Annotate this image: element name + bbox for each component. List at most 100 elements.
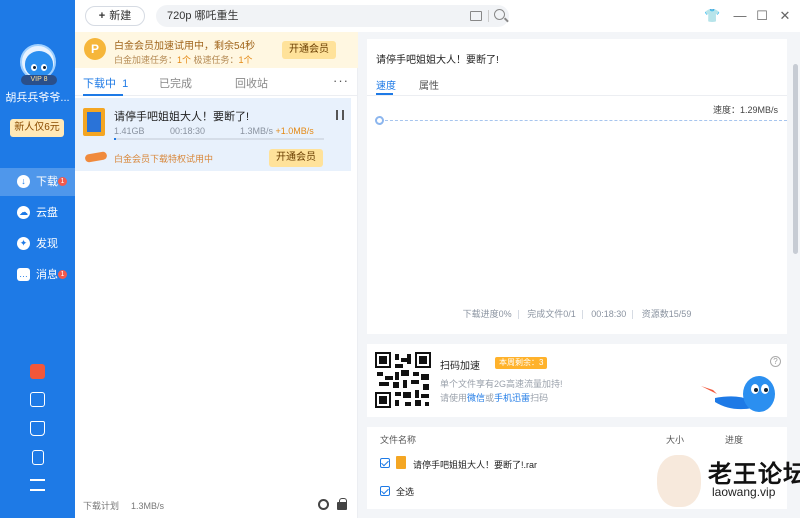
download-task-row[interactable]: 请停手吧姐姐大人！要断了! 1.41GB 00:18:30 1.3MB/s +1… <box>75 98 351 171</box>
top-bar: + 新建 720p 哪吒重生 👕 — ☐ ✕ <box>75 0 800 32</box>
detail-title: 请停手吧姐姐大人！要断了! <box>376 55 499 66</box>
vip-trial-bar: P 白金会员加速试用中，剩余54秒 白金加速任务：1个 极速任务：1个 开通会员 <box>75 32 358 68</box>
message-icon: … <box>17 268 30 281</box>
column-size: 大小 <box>666 435 685 445</box>
select-all-checkbox[interactable] <box>380 486 390 496</box>
gift-icon[interactable] <box>30 392 45 407</box>
file-name: 请停手吧姐姐大人！要断了!.rar <box>413 460 538 470</box>
search-value: 720p 哪吒重生 <box>167 10 239 22</box>
shirt-icon[interactable]: 👕 <box>704 9 720 23</box>
bird-mascot-icon <box>25 51 53 77</box>
menu-icon[interactable] <box>30 479 45 491</box>
speed-line <box>380 120 787 121</box>
tab-completed[interactable]: 已完成 <box>159 75 192 91</box>
compass-icon: ✦ <box>17 237 30 250</box>
qr-code-icon[interactable] <box>375 352 431 408</box>
lock-icon[interactable] <box>337 498 347 510</box>
tab-downloading[interactable]: 下载中 1 <box>83 75 128 91</box>
weekly-remaining-badge: 本周剩余：3 <box>495 357 548 369</box>
sidebar-item-cloud[interactable]: ☁ 云盘 <box>0 199 75 227</box>
task-progress-bar <box>114 138 324 140</box>
forum-watermark: 老王论坛 laowang.vip <box>650 448 800 518</box>
new-task-button[interactable]: + 新建 <box>85 6 145 26</box>
speed-chart <box>367 114 787 294</box>
bird-mascot-icon <box>701 376 775 412</box>
browser-icon[interactable] <box>318 499 329 510</box>
task-detail-card: 请停手吧姐姐大人！要断了! 速度 属性 速度：1.29MB/s 下载进度0% 完… <box>367 39 787 334</box>
app-window: VIP 8 胡兵兵爷爷... 新人仅6元 ↓ 下载 1 ☁ 云盘 ✦ 发现 … … <box>0 0 800 518</box>
watermark-title: 老王论坛 <box>708 461 800 488</box>
phone-icon[interactable] <box>32 450 44 465</box>
new-user-promo-button[interactable]: 新人仅6元 <box>10 119 64 137</box>
tab-recycle-bin[interactable]: 回收站 <box>235 75 268 91</box>
sidebar-item-discover[interactable]: ✦ 发现 <box>0 230 75 258</box>
scan-boost-card: 扫码加速 本周剩余：3 单个文件享有2G高速流量加持! 请使用微信或手机迅雷扫码… <box>367 344 787 417</box>
task-list-footer: 下载计划 1.3MB/s <box>75 494 358 518</box>
task-open-vip-button[interactable]: 开通会员 <box>269 149 323 167</box>
wechat-link[interactable]: 微信 <box>467 393 485 403</box>
scan-boost-desc: 单个文件享有2G高速流量加持! <box>440 379 563 389</box>
download-icon: ↓ <box>17 175 30 188</box>
archive-file-icon <box>396 456 406 469</box>
task-list-panel: P 白金会员加速试用中，剩余54秒 白金加速任务：1个 极速任务：1个 开通会员… <box>75 32 358 518</box>
avatar-watermark-icon <box>655 453 703 509</box>
sidebar-item-label: 发现 <box>36 238 58 250</box>
pause-icon[interactable] <box>336 110 344 120</box>
task-remaining-time: 00:18:30 <box>170 126 206 136</box>
scan-boost-instruction: 请使用微信或手机迅雷扫码 <box>440 393 549 403</box>
task-speed: 1.3MB/s +1.0MB/s <box>240 126 314 136</box>
stat-time: 00:18:30 <box>591 309 627 319</box>
username[interactable]: 胡兵兵爷爷... <box>0 89 75 105</box>
new-task-label: 新建 <box>109 10 132 22</box>
column-file-name: 文件名称 <box>380 435 417 445</box>
open-vip-button[interactable]: 开通会员 <box>282 41 336 59</box>
maximize-icon[interactable]: ☐ <box>755 9 769 23</box>
vip-trial-text: 白金会员加速试用中，剩余54秒 <box>114 41 256 52</box>
plus-icon: + <box>98 10 106 22</box>
search-icon[interactable] <box>494 9 505 20</box>
notification-badge: 1 <box>58 270 67 279</box>
cloud-icon: ☁ <box>17 206 30 219</box>
vip-level-badge: VIP 8 <box>21 75 57 85</box>
scan-boost-title: 扫码加速 <box>440 361 480 372</box>
platinum-vip-icon: P <box>84 38 106 60</box>
game-icon[interactable] <box>30 364 45 379</box>
tab-active-indicator <box>83 94 123 96</box>
search-divider <box>488 10 489 22</box>
download-plan[interactable]: 下载计划 1.3MB/s <box>83 499 164 512</box>
thunder-app-link[interactable]: 手机迅雷 <box>494 393 530 403</box>
tab-speed[interactable]: 速度 <box>376 77 396 92</box>
sidebar-item-label: 消息 <box>36 269 58 281</box>
folder-icon[interactable] <box>470 11 482 21</box>
task-tabs: 下载中 1 已完成 回收站 ··· <box>75 68 358 96</box>
column-progress: 进度 <box>725 435 744 445</box>
watermark-url: laowang.vip <box>712 485 776 499</box>
stat-progress: 下载进度0% <box>462 309 512 319</box>
task-title: 请停手吧姐姐大人！要断了! <box>114 111 250 123</box>
divider <box>367 95 787 96</box>
select-all-label: 全选 <box>396 487 415 497</box>
stat-files: 完成文件0/1 <box>527 309 576 319</box>
rocket-icon <box>84 151 108 163</box>
sidebar-item-label: 云盘 <box>36 207 58 219</box>
task-promo-text: 白金会员下载特权试用中 <box>114 154 214 164</box>
notification-badge: 1 <box>58 177 67 186</box>
file-checkbox[interactable] <box>380 458 390 468</box>
sidebar-item-download[interactable]: ↓ 下载 1 <box>0 168 75 196</box>
speed-point <box>375 116 384 125</box>
download-stats: 下载进度0% 完成文件0/1 00:18:30 资源数15/59 <box>367 307 787 320</box>
detail-scrollbar[interactable] <box>793 64 798 254</box>
tab-properties[interactable]: 属性 <box>419 77 439 92</box>
sidebar-item-label: 下载 <box>36 176 58 188</box>
task-size: 1.41GB <box>114 126 145 136</box>
search-input[interactable]: 720p 哪吒重生 <box>156 5 509 27</box>
sidebar: VIP 8 胡兵兵爷爷... 新人仅6元 ↓ 下载 1 ☁ 云盘 ✦ 发现 … … <box>0 0 75 518</box>
sidebar-item-messages[interactable]: … 消息 1 <box>0 261 75 289</box>
archive-file-icon <box>83 108 105 136</box>
close-icon[interactable]: ✕ <box>778 9 792 23</box>
minimize-icon[interactable]: — <box>733 9 747 23</box>
detail-panel: 请停手吧姐姐大人！要断了! 速度 属性 速度：1.29MB/s 下载进度0% 完… <box>358 32 800 518</box>
stat-resources: 资源数15/59 <box>641 309 692 319</box>
more-options-icon[interactable]: ··· <box>333 73 349 88</box>
crown-icon[interactable] <box>30 421 45 436</box>
